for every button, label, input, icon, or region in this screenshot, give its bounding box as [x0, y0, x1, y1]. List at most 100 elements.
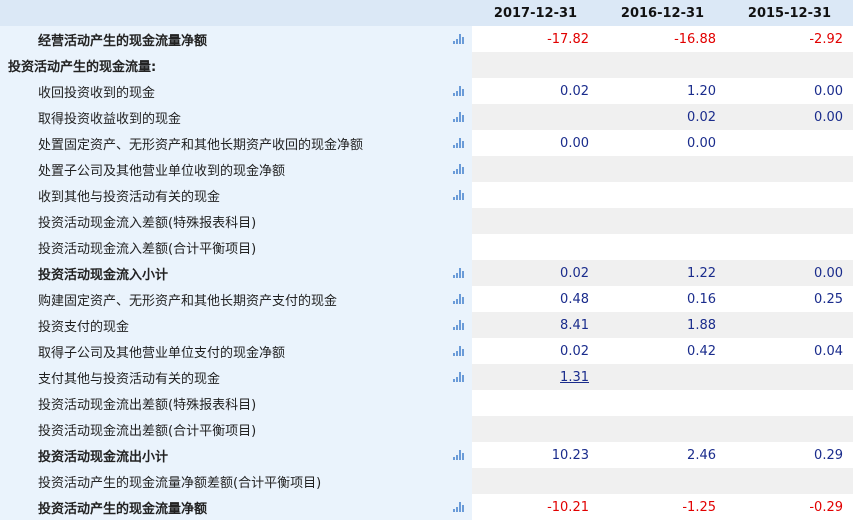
table-row: 购建固定资产、无形资产和其他长期资产支付的现金 0.48 0.16 0.25: [0, 286, 853, 312]
row-label: 处置子公司及其他营业单位收到的现金净额: [38, 163, 286, 179]
table-row: 投资活动现金流出小计 10.23 2.46 0.29: [0, 442, 853, 468]
bar-chart-icon[interactable]: [453, 268, 464, 278]
table-row: 处置子公司及其他营业单位收到的现金净额: [0, 156, 853, 182]
row-label: 支付其他与投资活动有关的现金: [38, 371, 221, 387]
table-body: 经营活动产生的现金流量净额 -17.82 -16.88 -2.92 投资活动产生的现金流…: [0, 26, 853, 520]
value-cell: 0.48: [472, 286, 599, 312]
row-label: 投资活动现金流出差额(合计平衡项目): [38, 423, 257, 439]
bar-chart-icon[interactable]: [453, 372, 464, 382]
row-label-cell: 处置子公司及其他营业单位收到的现金净额: [0, 156, 472, 182]
row-label-cell: 投资活动产生的现金流量净额差额(合计平衡项目): [0, 468, 472, 494]
value-cell: [599, 390, 726, 416]
table-row: 投资活动现金流出差额(特殊报表科目): [0, 390, 853, 416]
row-label: 取得子公司及其他营业单位支付的现金净额: [38, 345, 286, 361]
value-cell: [726, 156, 853, 182]
value-cell: -0.29: [726, 494, 853, 520]
row-label-cell: 投资活动现金流出差额(合计平衡项目): [0, 416, 472, 442]
value-cell: 0.00: [726, 104, 853, 130]
value-cell: 0.02: [472, 78, 599, 104]
value-cell: [472, 390, 599, 416]
value-cell: 1.22: [599, 260, 726, 286]
value-cell: 0.00: [472, 130, 599, 156]
row-label-cell: 购建固定资产、无形资产和其他长期资产支付的现金: [0, 286, 472, 312]
row-label-cell: 投资支付的现金: [0, 312, 472, 338]
value-cell: 0.02: [472, 260, 599, 286]
table-row: 投资活动产生的现金流量净额 -10.21 -1.25 -0.29: [0, 494, 853, 520]
bar-chart-icon[interactable]: [453, 112, 464, 122]
value-cell: [599, 156, 726, 182]
value-cell: 0.00: [726, 260, 853, 286]
bar-chart-icon[interactable]: [453, 190, 464, 200]
value-cell: [472, 52, 599, 78]
value-cell: 1.31: [472, 364, 599, 390]
header-blank-cell: [0, 0, 472, 26]
value-cell: 0.00: [726, 78, 853, 104]
value-cell: [472, 182, 599, 208]
cashflow-table: 2017-12-31 2016-12-31 2015-12-31 经营活动产生的…: [0, 0, 853, 520]
value-cell: 0.04: [726, 338, 853, 364]
table-row: 收回投资收到的现金 0.02 1.20 0.00: [0, 78, 853, 104]
value-cell: [726, 390, 853, 416]
row-label: 投资活动现金流入差额(合计平衡项目): [38, 241, 257, 257]
value-cell: 2.46: [599, 442, 726, 468]
value-cell: 0.00: [599, 130, 726, 156]
bar-chart-icon[interactable]: [453, 138, 464, 148]
value-cell: [726, 312, 853, 338]
value-cell: [472, 416, 599, 442]
bar-chart-icon[interactable]: [453, 346, 464, 356]
row-label: 经营活动产生的现金流量净额: [38, 33, 208, 49]
row-label: 投资活动现金流出小计: [38, 449, 169, 465]
value-cell: [726, 234, 853, 260]
row-label: 投资活动产生的现金流量净额差额(合计平衡项目): [38, 475, 322, 491]
column-header-2016[interactable]: 2016-12-31: [599, 0, 726, 26]
header-row: 2017-12-31 2016-12-31 2015-12-31: [0, 0, 853, 26]
bar-chart-icon[interactable]: [453, 164, 464, 174]
value-cell: -16.88: [599, 26, 726, 52]
value-cell: 0.42: [599, 338, 726, 364]
row-label-cell: 投资活动产生的现金流量:: [0, 52, 472, 78]
row-label-cell: 处置固定资产、无形资产和其他长期资产收回的现金净额: [0, 130, 472, 156]
value-cell: 1.88: [599, 312, 726, 338]
table-row: 支付其他与投资活动有关的现金 1.31: [0, 364, 853, 390]
value-cell: [726, 468, 853, 494]
row-label: 购建固定资产、无形资产和其他长期资产支付的现金: [38, 293, 338, 309]
table-row: 投资活动现金流入小计 0.02 1.22 0.00: [0, 260, 853, 286]
value-cell: [726, 182, 853, 208]
value-cell: 0.25: [726, 286, 853, 312]
bar-chart-icon[interactable]: [453, 320, 464, 330]
bar-chart-icon[interactable]: [453, 86, 464, 96]
value-cell: [599, 364, 726, 390]
row-label-cell: 取得投资收益收到的现金: [0, 104, 472, 130]
row-label: 投资活动现金流入差额(特殊报表科目): [38, 215, 257, 231]
row-label-cell: 收到其他与投资活动有关的现金: [0, 182, 472, 208]
value-link[interactable]: 1.31: [560, 370, 589, 385]
row-label: 投资活动产生的现金流量:: [8, 59, 157, 75]
bar-chart-icon[interactable]: [453, 450, 464, 460]
table-row: 收到其他与投资活动有关的现金: [0, 182, 853, 208]
row-label-cell: 取得子公司及其他营业单位支付的现金净额: [0, 338, 472, 364]
value-cell: 1.20: [599, 78, 726, 104]
column-header-2015[interactable]: 2015-12-31: [726, 0, 853, 26]
value-cell: 0.29: [726, 442, 853, 468]
value-cell: [599, 52, 726, 78]
value-cell: -10.21: [472, 494, 599, 520]
value-cell: [472, 234, 599, 260]
row-label: 投资支付的现金: [38, 319, 130, 335]
bar-chart-icon[interactable]: [453, 294, 464, 304]
row-label: 投资活动现金流出差额(特殊报表科目): [38, 397, 257, 413]
column-header-2017[interactable]: 2017-12-31: [472, 0, 599, 26]
row-label-cell: 经营活动产生的现金流量净额: [0, 26, 472, 52]
table-row: 处置固定资产、无形资产和其他长期资产收回的现金净额 0.00 0.00: [0, 130, 853, 156]
value-cell: 8.41: [472, 312, 599, 338]
row-label: 投资活动现金流入小计: [38, 267, 169, 283]
bar-chart-icon[interactable]: [453, 34, 464, 44]
value-cell: 0.16: [599, 286, 726, 312]
value-cell: [726, 364, 853, 390]
table-row: 投资活动现金流入差额(合计平衡项目): [0, 234, 853, 260]
value-cell: [599, 208, 726, 234]
value-cell: 0.02: [472, 338, 599, 364]
row-label-cell: 投资活动现金流出差额(特殊报表科目): [0, 390, 472, 416]
value-cell: [726, 130, 853, 156]
bar-chart-icon[interactable]: [453, 502, 464, 512]
row-label: 处置固定资产、无形资产和其他长期资产收回的现金净额: [38, 137, 364, 153]
